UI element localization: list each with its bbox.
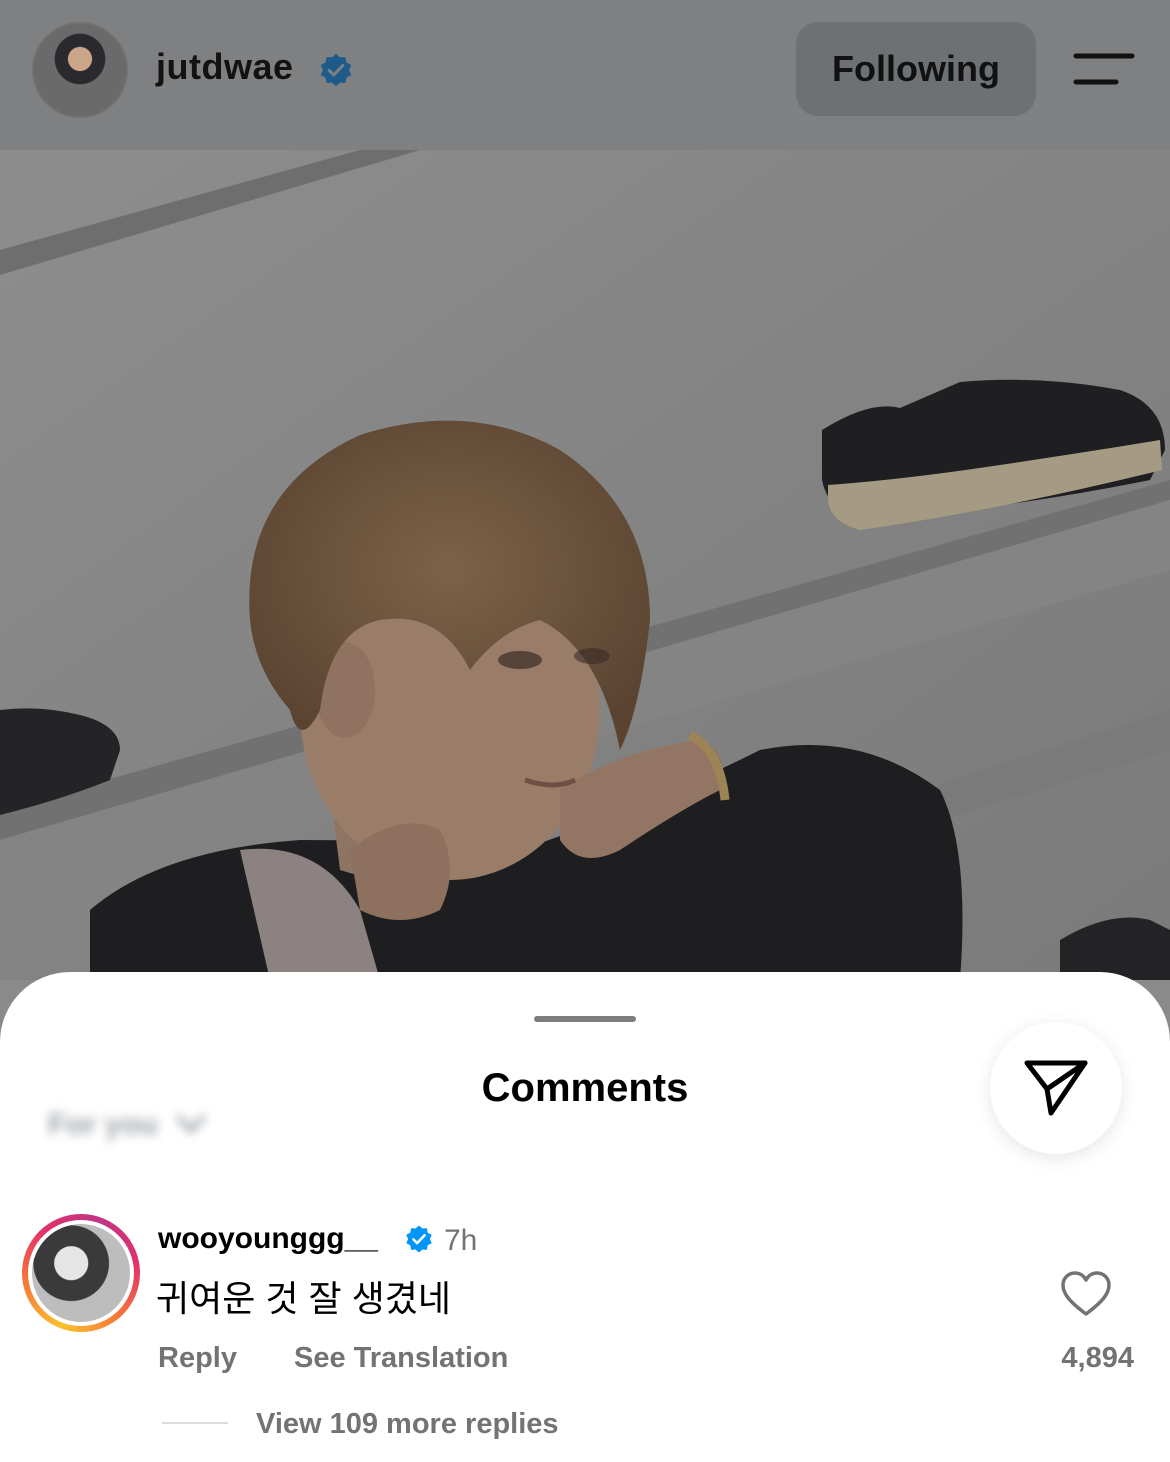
profile-username[interactable]: jutdwae [156,46,294,88]
see-translation-button[interactable]: See Translation [294,1342,508,1375]
send-icon [1024,1060,1088,1116]
chevron-down-icon [176,1108,206,1142]
comments-sheet: Comments For you wooyounggg__ 7h 귀여운 것 잘… [0,972,1170,1462]
replies-divider [162,1422,228,1424]
verified-badge-icon [406,1225,432,1253]
comment-timestamp: 7h [444,1224,478,1257]
post-screen: jutdwae Following Comments For you wooyo… [0,0,1170,1462]
menu-icon[interactable] [1072,50,1136,90]
commenter-avatar[interactable] [22,1214,140,1332]
like-count: 4,894 [1061,1342,1134,1374]
profile-avatar[interactable] [32,22,128,118]
view-replies-button[interactable]: View 109 more replies [256,1408,559,1441]
sort-label: For you [48,1108,158,1141]
comment-text: 귀여운 것 잘 생겼네 [156,1278,451,1319]
sort-dropdown[interactable]: For you [48,1108,206,1142]
post-header: jutdwae Following [0,0,1170,150]
verified-badge-icon [320,53,352,87]
avatar-image [32,1224,130,1322]
photo-illustration [0,150,1170,980]
share-button[interactable] [990,1022,1122,1154]
comment-username[interactable]: wooyounggg__ [158,1222,378,1256]
following-button[interactable]: Following [796,22,1036,116]
reply-button[interactable]: Reply [158,1342,237,1375]
heart-icon[interactable] [1060,1270,1112,1318]
post-photo[interactable] [0,150,1170,980]
sheet-grabber[interactable] [534,1016,636,1022]
